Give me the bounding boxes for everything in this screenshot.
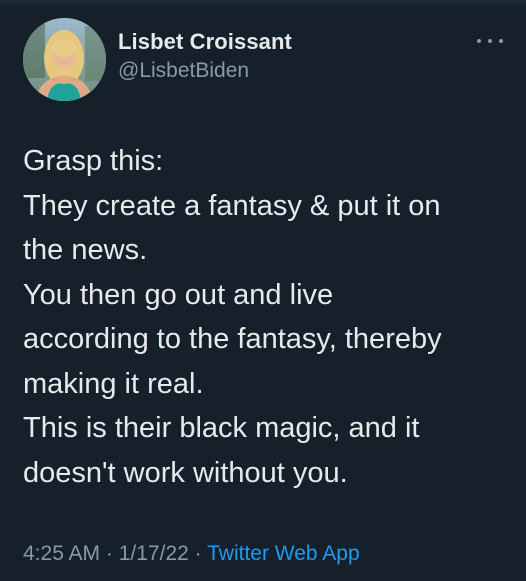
tweet-line: Grasp this: (23, 145, 164, 177)
meta-separator: · (105, 542, 119, 565)
more-dot (488, 39, 492, 43)
tweet-date[interactable]: 1/17/22 (119, 542, 189, 565)
tweet-line: This is their black magic, and it (23, 412, 420, 444)
tweet-text: Grasp this: They create a fantasy & put … (23, 139, 513, 495)
more-dot (499, 39, 503, 43)
tweet-time[interactable]: 4:25 AM (23, 542, 100, 565)
display-name[interactable]: Lisbet Croissant (118, 29, 292, 55)
tweet-line: They create a fantasy & put it on (23, 189, 441, 222)
tweet-meta: 4:25 AM · 1/17/22 · Twitter Web App (23, 542, 360, 566)
tweet-card: Lisbet Croissant @LisbetBiden Grasp this… (0, 0, 526, 581)
tweet-line: the news. (23, 234, 148, 266)
meta-separator: · (194, 542, 208, 565)
avatar[interactable] (23, 18, 106, 101)
top-edge (0, 0, 526, 8)
author-names: Lisbet Croissant @LisbetBiden (118, 29, 292, 84)
tweet-source-link[interactable]: Twitter Web App (207, 542, 360, 565)
tweet-header: Lisbet Croissant @LisbetBiden (23, 18, 503, 102)
more-options-icon[interactable] (477, 36, 503, 46)
user-handle[interactable]: @LisbetBiden (118, 58, 292, 84)
more-dot (477, 39, 481, 43)
tweet-line: You then go out and live (23, 278, 334, 311)
tweet-line: doesn't work without you. (23, 456, 348, 489)
profile-photo-icon (23, 18, 106, 101)
tweet-line: according to the fantasy, thereby (23, 323, 442, 355)
tweet-line: making it real. (23, 367, 204, 400)
